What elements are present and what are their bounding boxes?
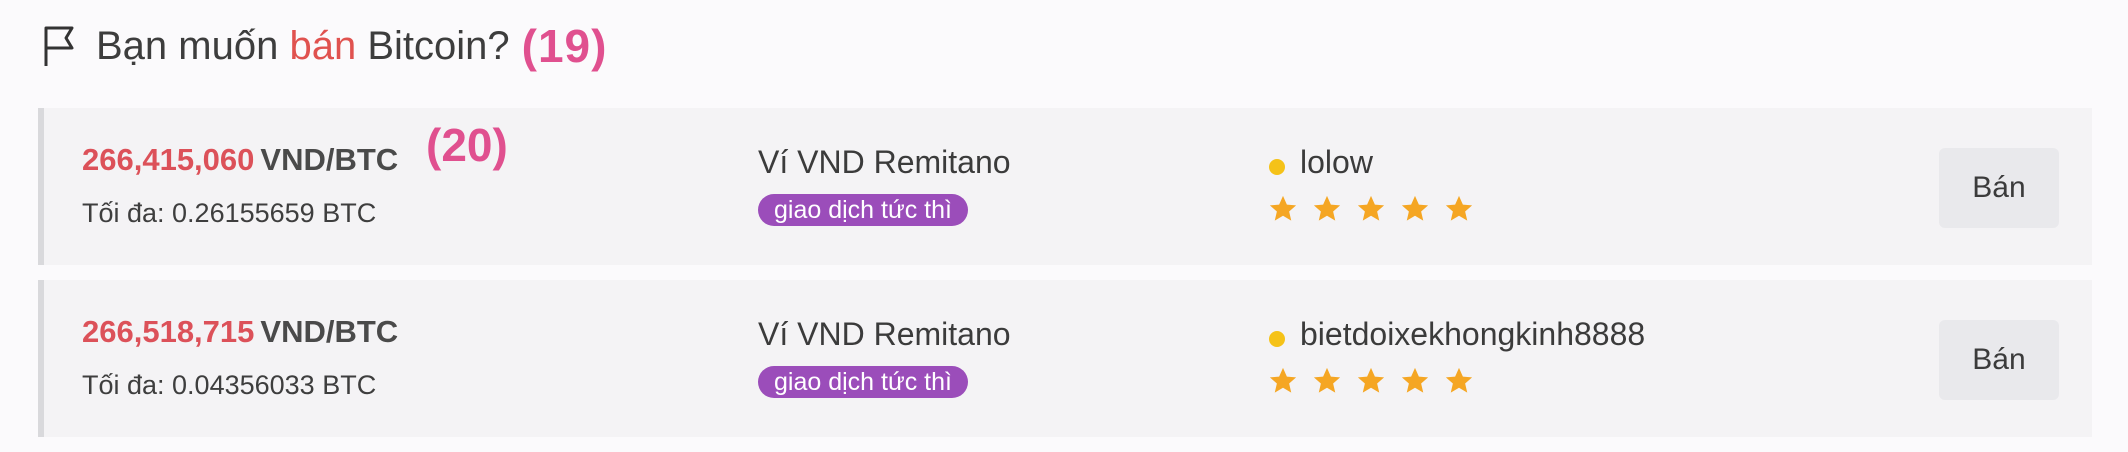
price-line: 266,518,715 VND/BTC [82, 314, 398, 350]
flag-icon [44, 26, 74, 66]
max-amount: Tối đa: 0.26155659 BTC [82, 198, 377, 228]
price-unit: VND/BTC [260, 314, 399, 349]
star-icon [1313, 367, 1341, 393]
offer-price: 266,518,715 [82, 314, 255, 349]
rating-stars [1268, 194, 1474, 224]
star-icon [1401, 367, 1429, 393]
title-highlight: bán [289, 23, 357, 68]
payment-method: Ví VND Remitano [758, 144, 1011, 180]
offer-price: 266,415,060 [82, 142, 255, 177]
star-icon [1445, 195, 1473, 221]
price-line: 266,415,060 VND/BTC [82, 142, 398, 178]
annotation-badge: (20) [426, 119, 508, 171]
sell-button[interactable]: Bán [1939, 320, 2059, 400]
section-header: Bạn muốn bán Bitcoin? (19) [42, 18, 607, 74]
annotation-badge: (19) [521, 20, 608, 72]
section-title: Bạn muốn bán Bitcoin? [96, 24, 510, 69]
title-suffix: Bitcoin? [356, 23, 510, 68]
star-icon [1401, 195, 1429, 221]
title-prefix: Bạn muốn [96, 23, 290, 68]
instant-trade-tag: giao dịch tức thì [758, 366, 968, 398]
rating-stars [1268, 366, 1474, 396]
trader-username[interactable]: lolow [1300, 144, 1373, 181]
online-status-dot [1269, 159, 1285, 175]
sell-button[interactable]: Bán [1939, 148, 2059, 228]
price-unit: VND/BTC [260, 142, 399, 177]
max-amount: Tối đa: 0.04356033 BTC [82, 370, 377, 400]
star-icon [1269, 367, 1297, 393]
instant-trade-tag: giao dịch tức thì [758, 194, 968, 226]
online-status-dot [1269, 331, 1285, 347]
star-icon [1313, 195, 1341, 221]
star-icon [1269, 195, 1297, 221]
payment-method: Ví VND Remitano [758, 316, 1011, 352]
offer-row: 266,518,715 VND/BTC Tối đa: 0.04356033 BT… [38, 280, 2092, 437]
star-icon [1357, 195, 1385, 221]
star-icon [1357, 367, 1385, 393]
offer-row: 266,415,060 VND/BTC (20) Tối đa: 0.261556… [38, 108, 2092, 265]
star-icon [1445, 367, 1473, 393]
trader-username[interactable]: bietdoixekhongkinh8888 [1300, 316, 1645, 353]
